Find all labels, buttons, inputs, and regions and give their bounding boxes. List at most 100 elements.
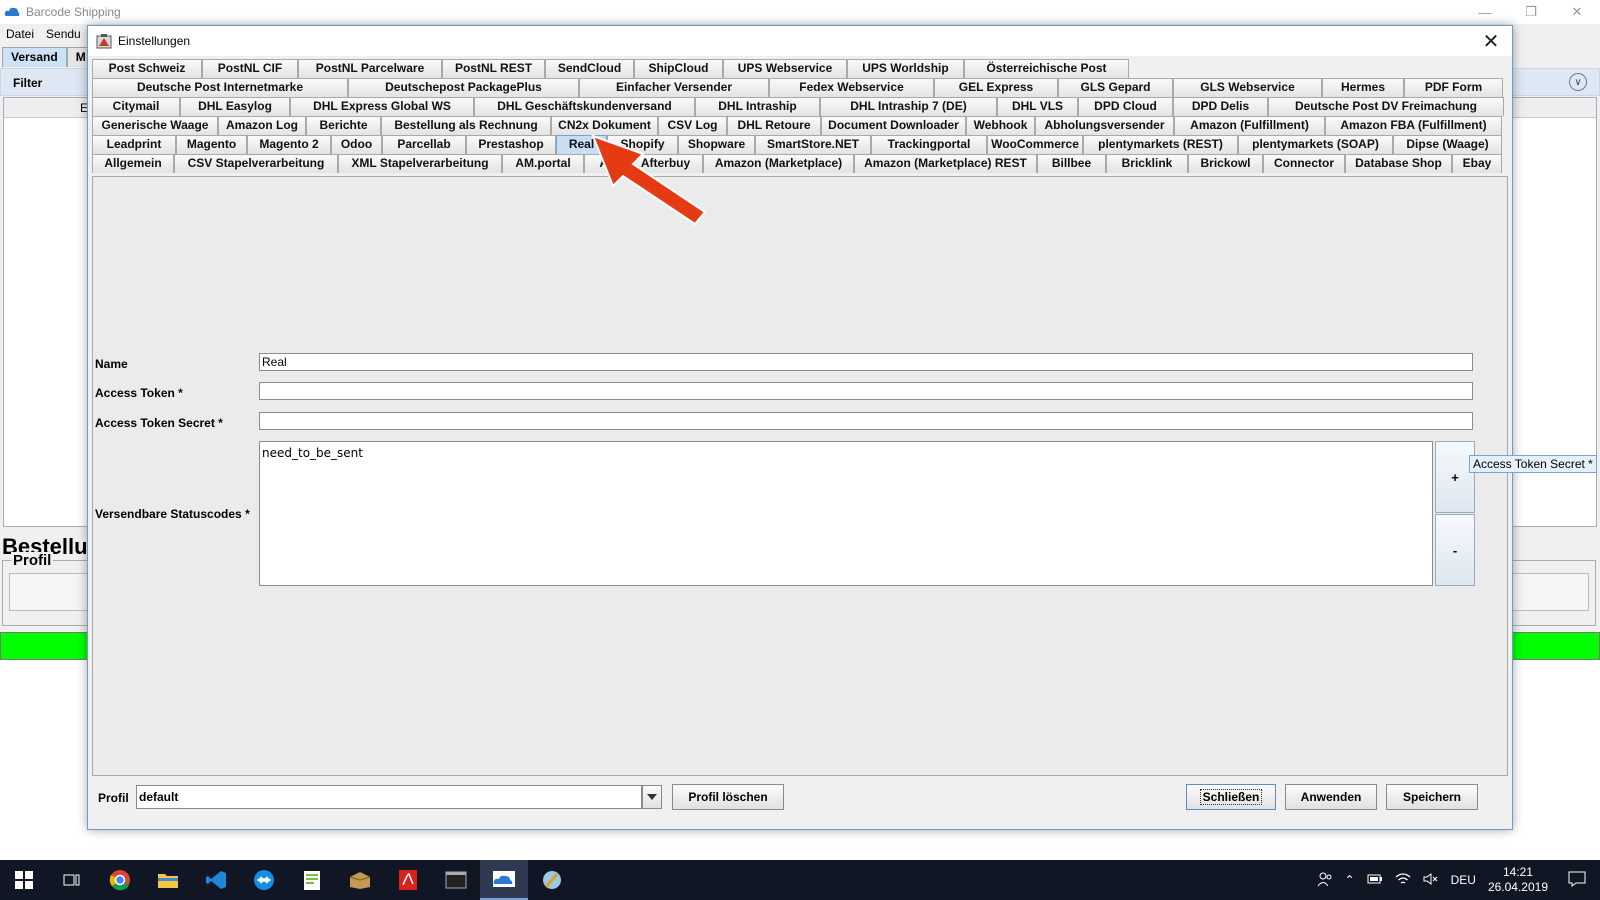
wifi-icon[interactable]	[1395, 872, 1411, 889]
tab-document-downloader[interactable]: Document Downloader	[821, 116, 966, 135]
file-explorer-icon[interactable]	[144, 860, 192, 900]
tab-webhook[interactable]: Webhook	[966, 116, 1035, 135]
vscode-icon[interactable]	[192, 860, 240, 900]
menu-sendungen[interactable]: Sendu	[40, 27, 87, 41]
profil-dropdown-arrow-icon[interactable]	[642, 785, 662, 809]
tab-einfacher-versender[interactable]: Einfacher Versender	[579, 78, 769, 97]
barcode-shipping-taskbar-icon[interactable]	[480, 860, 528, 900]
tab-woocommerce[interactable]: WooCommerce	[987, 135, 1083, 154]
task-view-icon[interactable]	[48, 860, 96, 900]
tab-generische-waage[interactable]: Generische Waage	[92, 116, 218, 135]
acrobat-reader-icon[interactable]	[384, 860, 432, 900]
paint-tool-icon[interactable]	[528, 860, 576, 900]
package-box-icon[interactable]	[336, 860, 384, 900]
tab-leadprint[interactable]: Leadprint	[92, 135, 176, 154]
apply-button[interactable]: Anwenden	[1285, 784, 1377, 810]
tab-postnl-parcelware[interactable]: PostNL Parcelware	[298, 59, 442, 78]
language-indicator[interactable]: DEU	[1451, 873, 1476, 887]
tab-magento-2[interactable]: Magento 2	[247, 135, 331, 154]
terminal-icon[interactable]	[432, 860, 480, 900]
tab-dhl-intraship[interactable]: DHL Intraship	[695, 97, 820, 116]
profil-select[interactable]: default	[136, 785, 642, 809]
tab-dpd-delis[interactable]: DPD Delis	[1173, 97, 1268, 116]
restore-icon[interactable]: ❐	[1508, 0, 1554, 24]
tab-dipse-waage[interactable]: Dipse (Waage)	[1393, 135, 1502, 154]
close-button[interactable]: Schließen	[1186, 784, 1276, 810]
tab-gls-webservice[interactable]: GLS Webservice	[1173, 78, 1322, 97]
status-code-item[interactable]: need_to_be_sent	[262, 446, 1430, 460]
tab-pdf-form[interactable]: PDF Form	[1404, 78, 1503, 97]
clock[interactable]: 14:21 26.04.2019	[1488, 865, 1548, 895]
tab-deutsche-post-dv-freimachung[interactable]: Deutsche Post DV Freimachung	[1268, 97, 1504, 116]
collapse-chevron-icon[interactable]: ∨	[1569, 73, 1587, 91]
tab-prestashop[interactable]: Prestashop	[466, 135, 556, 154]
tab-postnl-cif[interactable]: PostNL CIF	[202, 59, 298, 78]
menu-datei[interactable]: Datei	[0, 27, 40, 41]
tab-bricklink[interactable]: Bricklink	[1106, 154, 1188, 173]
chrome-icon[interactable]	[96, 860, 144, 900]
tab-odoo[interactable]: Odoo	[331, 135, 382, 154]
tab-plentymarkets-rest[interactable]: plentymarkets (REST)	[1083, 135, 1238, 154]
tab-dhl-retoure[interactable]: DHL Retoure	[727, 116, 821, 135]
tab-brickowl[interactable]: Brickowl	[1188, 154, 1263, 173]
access-token-secret-input[interactable]	[259, 412, 1473, 430]
tab-amazon-fulfillment[interactable]: Amazon (Fulfillment)	[1174, 116, 1325, 135]
notifications-icon[interactable]	[1568, 871, 1586, 890]
save-button[interactable]: Speichern	[1386, 784, 1478, 810]
tab-billbee[interactable]: Billbee	[1037, 154, 1106, 173]
tab-connector[interactable]: Connector	[1263, 154, 1345, 173]
windows-start-icon[interactable]	[0, 860, 48, 900]
tab-magento[interactable]: Magento	[176, 135, 247, 154]
tab-berichte[interactable]: Berichte	[306, 116, 381, 135]
tab-dpd-cloud[interactable]: DPD Cloud	[1078, 97, 1173, 116]
tab-csv-stapelverarbeitung[interactable]: CSV Stapelverarbeitung	[174, 154, 338, 173]
tab-smartstore-net[interactable]: SmartStore.NET	[755, 135, 871, 154]
tab-post-schweiz[interactable]: Post Schweiz	[92, 59, 202, 78]
notepad-plus-icon[interactable]	[288, 860, 336, 900]
tab-versand[interactable]: Versand	[2, 47, 67, 67]
tab-hermes[interactable]: Hermes	[1322, 78, 1404, 97]
teamviewer-icon[interactable]	[240, 860, 288, 900]
tab-ups-webservice[interactable]: UPS Webservice	[723, 59, 847, 78]
tab-österreichische-post[interactable]: Österreichische Post	[964, 59, 1129, 78]
delete-profile-button[interactable]: Profil löschen	[672, 784, 784, 810]
add-status-button[interactable]: +	[1435, 441, 1475, 513]
tab-amazon-log[interactable]: Amazon Log	[218, 116, 306, 135]
tab-ups-worldship[interactable]: UPS Worldship	[847, 59, 964, 78]
tab-gls-gepard[interactable]: GLS Gepard	[1058, 78, 1173, 97]
minimize-icon[interactable]: —	[1462, 0, 1508, 24]
dialog-close-icon[interactable]: ✕	[1476, 28, 1506, 54]
tab-sendcloud[interactable]: SendCloud	[545, 59, 634, 78]
tab-amazon-marketplace[interactable]: Amazon (Marketplace)	[703, 154, 854, 173]
tab-allgemein[interactable]: Allgemein	[92, 154, 174, 173]
remove-status-button[interactable]: -	[1435, 514, 1475, 586]
tab-amazon-fba-fulfillment[interactable]: Amazon FBA (Fulfillment)	[1325, 116, 1502, 135]
tab-deutsche-post-internetmarke[interactable]: Deutsche Post Internetmarke	[92, 78, 348, 97]
status-codes-list[interactable]: need_to_be_sent	[259, 441, 1433, 586]
battery-icon[interactable]	[1367, 873, 1383, 888]
tab-shipcloud[interactable]: ShipCloud	[634, 59, 723, 78]
tab-postnl-rest[interactable]: PostNL REST	[442, 59, 545, 78]
tab-dhl-express-global-ws[interactable]: DHL Express Global WS	[290, 97, 474, 116]
tab-dhl-intraship-7-de[interactable]: DHL Intraship 7 (DE)	[820, 97, 997, 116]
volume-muted-icon[interactable]	[1423, 872, 1439, 889]
tab-bestellung-als-rechnung[interactable]: Bestellung als Rechnung	[381, 116, 551, 135]
tab-am-portal[interactable]: AM.portal	[502, 154, 584, 173]
tab-trackingportal[interactable]: Trackingportal	[871, 135, 987, 154]
tab-gel-express[interactable]: GEL Express	[934, 78, 1058, 97]
tab-dhl-geschäftskundenversand[interactable]: DHL Geschäftskundenversand	[474, 97, 695, 116]
tab-dhl-easylog[interactable]: DHL Easylog	[180, 97, 290, 116]
name-input[interactable]	[259, 353, 1473, 371]
tab-database-shop[interactable]: Database Shop	[1345, 154, 1452, 173]
chevron-up-icon[interactable]: ⌃	[1345, 873, 1355, 887]
tab-amazon-marketplace-rest[interactable]: Amazon (Marketplace) REST	[854, 154, 1037, 173]
tab-plentymarkets-soap[interactable]: plentymarkets (SOAP)	[1238, 135, 1393, 154]
tab-deutschepost-packageplus[interactable]: Deutschepost PackagePlus	[348, 78, 579, 97]
tab-parcellab[interactable]: Parcellab	[382, 135, 466, 154]
tab-abholungsversender[interactable]: Abholungsversender	[1035, 116, 1174, 135]
tab-citymail[interactable]: Citymail	[92, 97, 180, 116]
tab-fedex-webservice[interactable]: Fedex Webservice	[769, 78, 934, 97]
tab-dhl-vls[interactable]: DHL VLS	[997, 97, 1078, 116]
access-token-input[interactable]	[259, 382, 1473, 400]
tab-ebay[interactable]: Ebay	[1452, 154, 1502, 173]
